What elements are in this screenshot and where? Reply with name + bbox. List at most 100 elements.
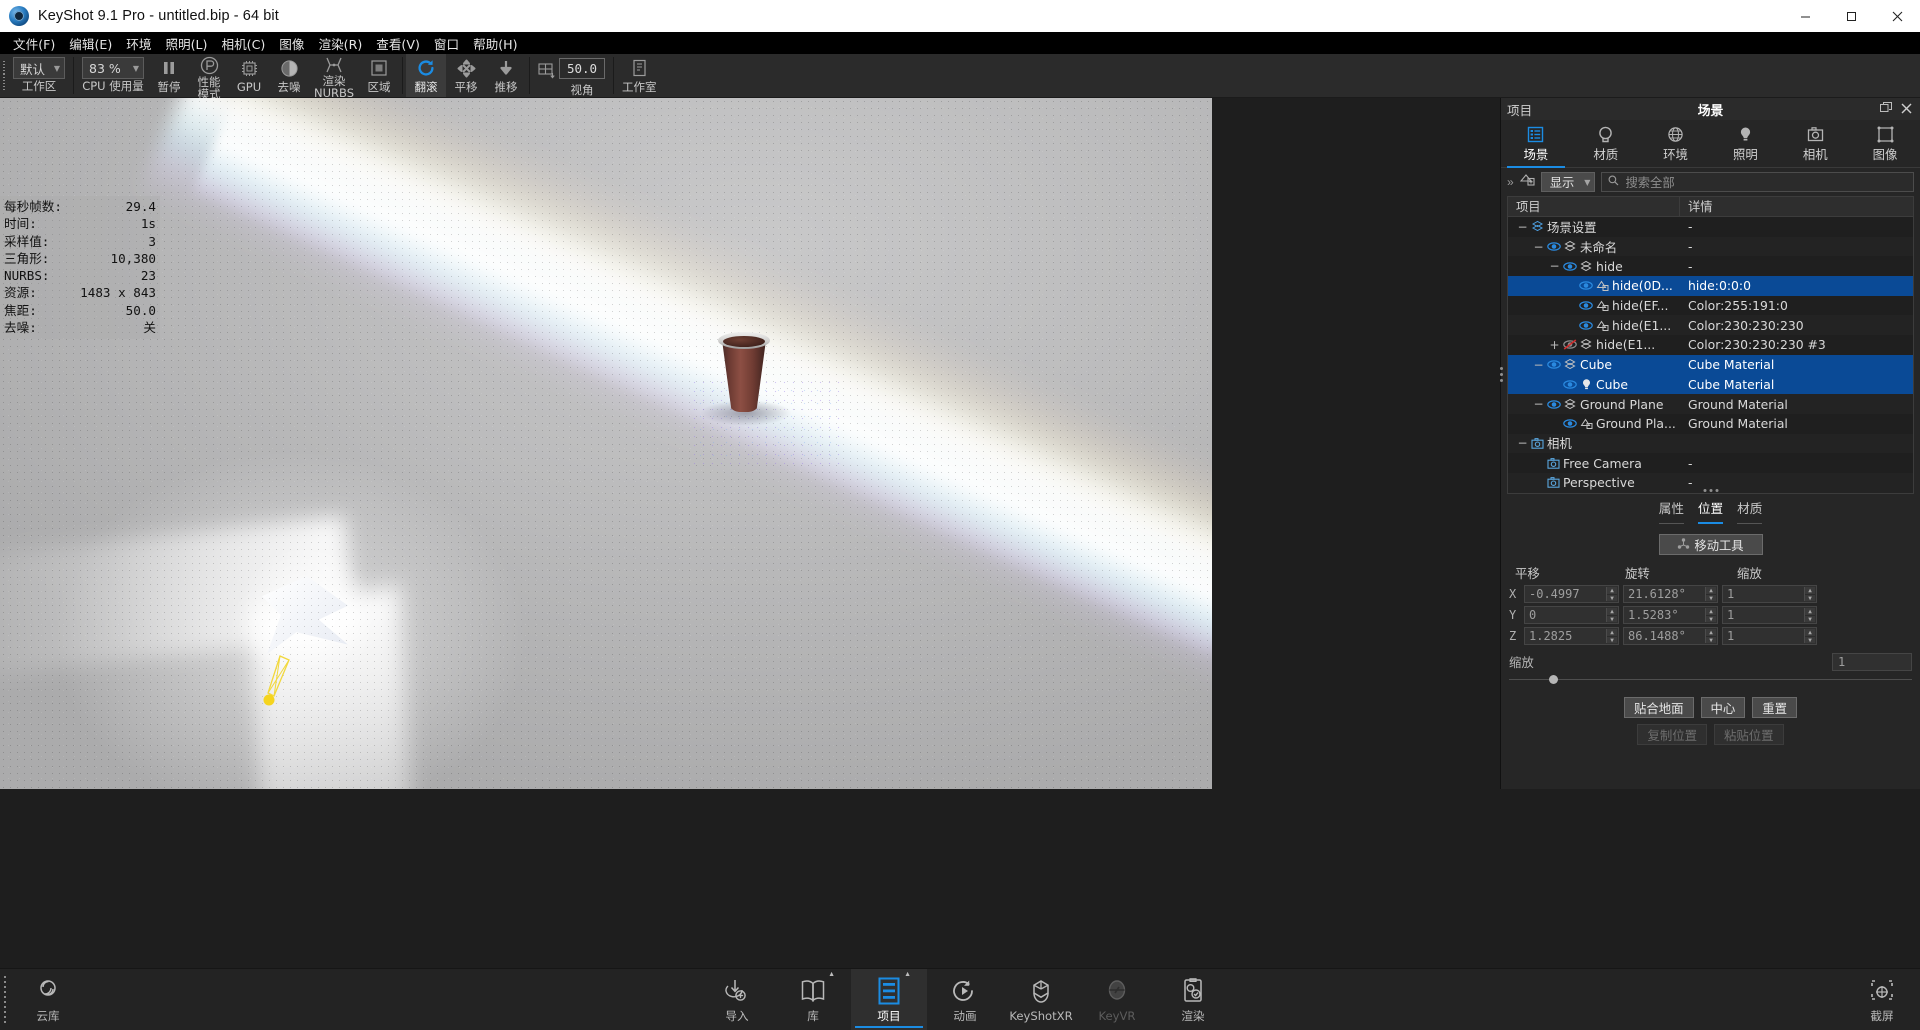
- tree-expand-toggle[interactable]: −: [1533, 358, 1544, 372]
- add-model-icon[interactable]: [1520, 172, 1535, 192]
- uniform-scale-slider[interactable]: [1509, 673, 1912, 687]
- tree-row[interactable]: −相机: [1508, 434, 1913, 454]
- prop-tab-position[interactable]: 位置: [1698, 498, 1723, 524]
- visibility-eye-icon[interactable]: [1563, 379, 1577, 390]
- tree-row[interactable]: hide(0D...hide:0:0:0: [1508, 276, 1913, 296]
- panel-close-icon[interactable]: [1901, 103, 1912, 116]
- rotate-input-x[interactable]: 21.6128°▲▼: [1623, 585, 1718, 603]
- bottom-render[interactable]: 渲染: [1155, 969, 1231, 1030]
- move-tool-button[interactable]: 移动工具: [1659, 534, 1763, 555]
- tree-expand-toggle[interactable]: −: [1533, 240, 1544, 254]
- undock-icon[interactable]: [1880, 102, 1892, 116]
- chevron-double-right-icon[interactable]: »: [1507, 175, 1514, 189]
- menu-environment[interactable]: 环境: [119, 32, 158, 55]
- menu-image[interactable]: 图像: [272, 32, 311, 55]
- spinner-arrows-icon[interactable]: ▲▼: [1705, 587, 1716, 601]
- minimize-button[interactable]: [1782, 0, 1828, 32]
- rotate-input-y[interactable]: 1.5283°▲▼: [1623, 606, 1718, 624]
- studio-button[interactable]: 工作室: [617, 54, 662, 97]
- tree-expand-toggle[interactable]: −: [1517, 220, 1528, 234]
- menu-camera[interactable]: 相机(C): [214, 32, 272, 55]
- performance-mode-button[interactable]: 性能 模式: [189, 54, 229, 97]
- tree-row[interactable]: −hide-: [1508, 256, 1913, 276]
- tree-row[interactable]: hide(EF...Color:255:191:0: [1508, 296, 1913, 316]
- tree-expand-toggle[interactable]: −: [1533, 397, 1544, 411]
- scale-input-z[interactable]: 1▲▼: [1722, 627, 1817, 645]
- search-input[interactable]: 搜索全部: [1601, 172, 1914, 192]
- toolbar-grip[interactable]: [0, 54, 8, 97]
- spinner-arrows-icon[interactable]: ▲▼: [1804, 608, 1815, 622]
- visibility-eye-icon[interactable]: [1579, 300, 1593, 311]
- tree-row[interactable]: −场景设置-: [1508, 217, 1913, 237]
- tab-material[interactable]: 材质: [1571, 120, 1641, 167]
- visibility-eye-icon[interactable]: [1547, 359, 1561, 370]
- tree-row[interactable]: +hide(E1...Color:230:230:230 #3: [1508, 335, 1913, 355]
- tree-row[interactable]: Ground Pla...Ground Material: [1508, 414, 1913, 434]
- maximize-button[interactable]: [1828, 0, 1874, 32]
- cpu-usage-group[interactable]: 83 % ▼ CPU 使用量: [77, 54, 149, 97]
- light-gizmo[interactable]: [258, 650, 298, 714]
- visibility-eye-off-icon[interactable]: [1563, 339, 1577, 350]
- tree-row[interactable]: Free Camera-: [1508, 453, 1913, 473]
- tree-expand-toggle[interactable]: −: [1549, 259, 1560, 273]
- fov-value[interactable]: 50.0: [559, 58, 605, 79]
- bottom-animation[interactable]: 动画: [927, 969, 1003, 1030]
- visibility-eye-icon[interactable]: [1563, 418, 1577, 429]
- visibility-eye-icon[interactable]: [1547, 399, 1561, 410]
- properties-drag-dots[interactable]: [1703, 489, 1718, 492]
- spinner-arrows-icon[interactable]: ▲▼: [1804, 629, 1815, 643]
- pause-button[interactable]: 暂停: [149, 54, 189, 97]
- tree-row[interactable]: −未命名-: [1508, 237, 1913, 257]
- spinner-arrows-icon[interactable]: ▲▼: [1804, 587, 1815, 601]
- bottom-project[interactable]: 项目▲: [851, 969, 927, 1030]
- uniform-scale-value[interactable]: 1: [1832, 653, 1912, 671]
- visibility-eye-icon[interactable]: [1563, 261, 1577, 272]
- display-dropdown[interactable]: 显示 ▼: [1541, 172, 1596, 192]
- spinner-arrows-icon[interactable]: ▲▼: [1606, 587, 1617, 601]
- bottom-screenshot[interactable]: 截屏: [1844, 969, 1920, 1030]
- spinner-arrows-icon[interactable]: ▲▼: [1705, 629, 1716, 643]
- menu-file[interactable]: 文件(F): [6, 32, 62, 55]
- chevron-up-icon[interactable]: ▲: [828, 971, 835, 978]
- prop-tab-material[interactable]: 材质: [1737, 498, 1762, 524]
- reset-button[interactable]: 重置: [1752, 697, 1797, 718]
- region-button[interactable]: 区域: [359, 54, 399, 97]
- rotate-input-z[interactable]: 86.1488°▲▼: [1623, 627, 1718, 645]
- bottom-toolbar-grip[interactable]: [0, 969, 10, 1030]
- menu-view[interactable]: 查看(V): [369, 32, 427, 55]
- visibility-eye-icon[interactable]: [1547, 241, 1561, 252]
- menu-help[interactable]: 帮助(H): [466, 32, 524, 55]
- cpu-usage-combo[interactable]: 83 % ▼: [82, 57, 144, 79]
- workspace-combo[interactable]: 默认 ▼: [13, 57, 65, 79]
- tree-expand-toggle[interactable]: +: [1549, 338, 1560, 352]
- bottom-import[interactable]: 导入: [699, 969, 775, 1030]
- spinner-arrows-icon[interactable]: ▲▼: [1606, 608, 1617, 622]
- dolly-button[interactable]: 推移: [486, 54, 526, 97]
- render-nurbs-button[interactable]: 渲染 NURBS: [309, 54, 359, 97]
- snap-to-ground-button[interactable]: 贴合地面: [1624, 697, 1694, 718]
- tree-row[interactable]: −CubeCube Material: [1508, 355, 1913, 375]
- denoise-button[interactable]: 去噪: [269, 54, 309, 97]
- translate-input-x[interactable]: -0.4997▲▼: [1524, 585, 1619, 603]
- bottom-library[interactable]: 库▲: [775, 969, 851, 1030]
- tab-lighting[interactable]: 照明: [1710, 120, 1780, 167]
- scale-input-y[interactable]: 1▲▼: [1722, 606, 1817, 624]
- translate-input-y[interactable]: 0▲▼: [1524, 606, 1619, 624]
- tab-environment[interactable]: 环境: [1641, 120, 1711, 167]
- bottom-keyshotxr[interactable]: KeyShotXR: [1003, 969, 1079, 1030]
- chevron-up-icon[interactable]: ▲: [904, 971, 911, 978]
- bottom-cloud-library[interactable]: 云库: [10, 969, 86, 1030]
- slider-knob[interactable]: [1549, 675, 1558, 684]
- menu-edit[interactable]: 编辑(E): [62, 32, 119, 55]
- prop-tab-attributes[interactable]: 属性: [1659, 498, 1684, 524]
- pan-button[interactable]: 平移: [446, 54, 486, 97]
- spinner-arrows-icon[interactable]: ▲▼: [1705, 608, 1716, 622]
- tab-camera[interactable]: 相机: [1780, 120, 1850, 167]
- visibility-eye-icon[interactable]: [1579, 280, 1593, 291]
- tree-row[interactable]: hide(E1...Color:230:230:230: [1508, 315, 1913, 335]
- close-button[interactable]: [1874, 0, 1920, 32]
- tree-expand-toggle[interactable]: −: [1517, 436, 1528, 450]
- tree-row[interactable]: −Ground PlaneGround Material: [1508, 394, 1913, 414]
- spinner-arrows-icon[interactable]: ▲▼: [1606, 629, 1617, 643]
- translate-input-z[interactable]: 1.2825▲▼: [1524, 627, 1619, 645]
